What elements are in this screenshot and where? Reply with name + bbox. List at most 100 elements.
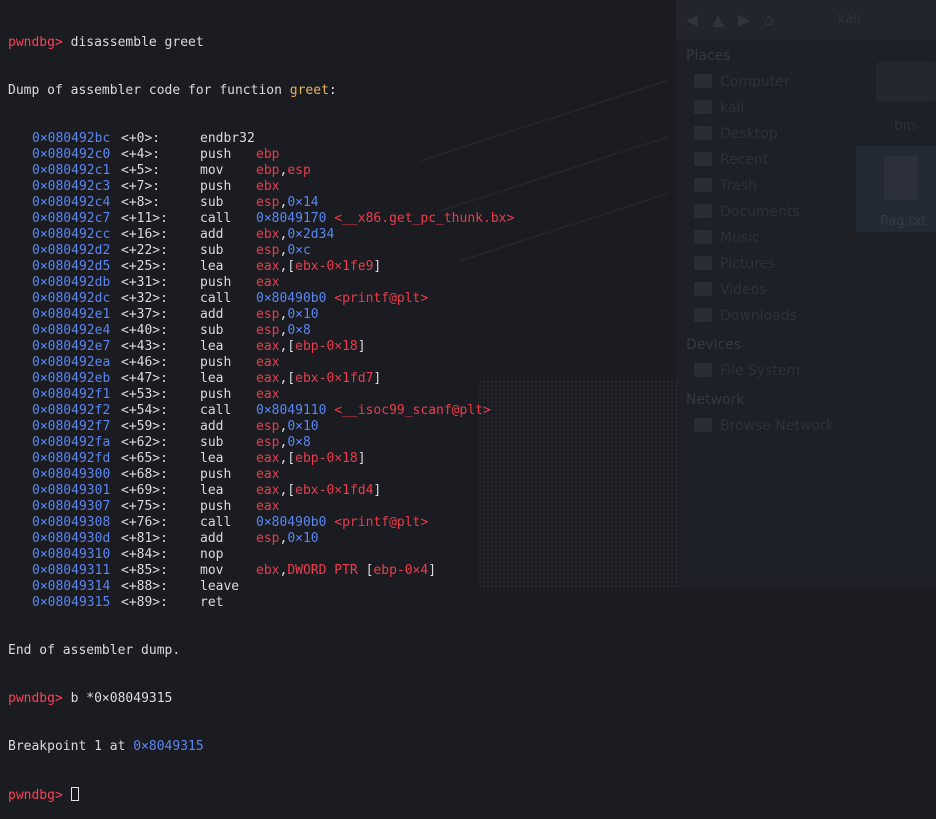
- instruction-address: 0×0804930d: [32, 531, 111, 546]
- operand-reg: esp: [256, 323, 280, 338]
- instruction-operands: 0×8049110 <__isoc99_scanf@plt>: [256, 403, 491, 419]
- instruction-line: 0×080492fa <+62>: sub esp,0×8: [8, 435, 936, 451]
- instruction-offset: <+43>:: [121, 339, 168, 354]
- instruction-operands: eax: [256, 387, 279, 403]
- instruction-mnemonic: add: [200, 531, 224, 546]
- instruction-mnemonic: push: [200, 467, 232, 482]
- instruction-offset: <+37>:: [121, 307, 168, 322]
- instruction-offset: <+16>:: [121, 227, 168, 242]
- instruction-offset: <+32>:: [121, 291, 168, 306]
- instruction-operands: 0×80490b0 <printf@plt>: [256, 515, 428, 531]
- command-text: disassemble greet: [70, 35, 204, 50]
- instruction-operands: eax,[ebp-0×18]: [256, 451, 366, 467]
- prompt: pwndbg>: [8, 788, 63, 803]
- instruction-operands: esp,0×8: [256, 323, 311, 339]
- operand-num: 0×10: [287, 419, 319, 434]
- operand-punct: ]: [357, 451, 366, 466]
- dump-header-colon: :: [328, 83, 337, 98]
- instruction-mnemonic: lea: [200, 451, 224, 466]
- instruction-mnemonic: push: [200, 147, 232, 162]
- operand-reg: eax: [256, 275, 280, 290]
- instruction-address: 0×080492bc: [32, 131, 111, 146]
- instruction-mnemonic: endbr32: [200, 131, 255, 146]
- operand-sym: <__isoc99_scanf@plt>: [334, 403, 491, 418]
- instruction-address: 0×08049315: [32, 595, 111, 610]
- instruction-offset: <+47>:: [121, 371, 168, 386]
- instruction-offset: <+68>:: [121, 467, 168, 482]
- instruction-address: 0×080492c4: [32, 195, 111, 210]
- prompt: pwndbg>: [8, 35, 63, 50]
- instruction-offset: <+59>:: [121, 419, 168, 434]
- operand-num: 0×10: [287, 531, 319, 546]
- instruction-mnemonic: leave: [200, 579, 240, 594]
- instruction-line: 0×080492e1 <+37>: add esp,0×10: [8, 307, 936, 323]
- instruction-offset: <+88>:: [121, 579, 168, 594]
- instruction-mnemonic: push: [200, 355, 232, 370]
- operand-punct: ]: [373, 259, 382, 274]
- instruction-address: 0×08049301: [32, 483, 111, 498]
- operand-reg: esp: [256, 419, 280, 434]
- operand-num: 0×8: [287, 435, 311, 450]
- operand-punct: ,[: [279, 339, 296, 354]
- instruction-line: 0×080492e4 <+40>: sub esp,0×8: [8, 323, 936, 339]
- operand-reg: ebx-0×1fd4: [295, 483, 374, 498]
- instruction-offset: <+89>:: [121, 595, 168, 610]
- text-cursor[interactable]: [70, 787, 79, 801]
- operand-reg: eax: [256, 451, 280, 466]
- instruction-line: 0×080492ea <+46>: push eax: [8, 355, 936, 371]
- operand-reg: ebx: [256, 227, 280, 242]
- instruction-line: 0×08049315 <+89>: ret: [8, 595, 936, 611]
- operand-punct: [: [357, 563, 374, 578]
- command-line-active[interactable]: pwndbg>: [8, 787, 936, 803]
- instruction-operands: 0×8049170 <__x86.get_pc_thunk.bx>: [256, 211, 514, 227]
- operand-sym: <printf@plt>: [334, 291, 429, 306]
- instruction-offset: <+7>:: [121, 179, 161, 194]
- instruction-operands: ebx,0×2d34: [256, 227, 334, 243]
- instruction-operands: eax: [256, 355, 279, 371]
- instruction-line: 0×080492d2 <+22>: sub esp,0×c: [8, 243, 936, 259]
- operand-reg: esp: [256, 243, 280, 258]
- instruction-operands: eax,[ebp-0×18]: [256, 339, 366, 355]
- instruction-line: 0×080492c3 <+7>: push ebx: [8, 179, 936, 195]
- operand-reg: eax: [256, 371, 280, 386]
- operand-punct: ,[: [279, 371, 296, 386]
- instruction-address: 0×080492dc: [32, 291, 111, 306]
- operand-punct: ,[: [279, 483, 296, 498]
- operand-reg: esp: [287, 163, 311, 178]
- operand-reg: esp: [256, 531, 280, 546]
- instruction-mnemonic: lea: [200, 259, 224, 274]
- instruction-address: 0×080492f1: [32, 387, 111, 402]
- instruction-offset: <+22>:: [121, 243, 168, 258]
- instruction-operands: ebp: [256, 147, 279, 163]
- instruction-offset: <+54>:: [121, 403, 168, 418]
- operand-reg: eax: [256, 339, 280, 354]
- instruction-address: 0×080492ea: [32, 355, 111, 370]
- instruction-address: 0×080492eb: [32, 371, 111, 386]
- instruction-address: 0×080492fa: [32, 435, 111, 450]
- instruction-offset: <+31>:: [121, 275, 168, 290]
- instruction-address: 0×080492c0: [32, 147, 111, 162]
- instruction-offset: <+76>:: [121, 515, 168, 530]
- operand-reg: ebx: [256, 563, 280, 578]
- operand-reg: esp: [256, 195, 280, 210]
- operand-reg: eax: [256, 483, 280, 498]
- breakpoint-address: 0×8049315: [133, 739, 204, 754]
- dump-footer: End of assembler dump.: [8, 643, 181, 658]
- instruction-mnemonic: call: [200, 403, 232, 418]
- instruction-offset: <+40>:: [121, 323, 168, 338]
- instruction-mnemonic: add: [200, 227, 224, 242]
- instruction-operands: eax: [256, 467, 279, 483]
- instruction-operands: eax: [256, 275, 279, 291]
- instruction-line: 0×080492e7 <+43>: lea eax,[ebp-0×18]: [8, 339, 936, 355]
- instruction-mnemonic: push: [200, 499, 232, 514]
- operand-punct: ]: [428, 563, 437, 578]
- breakpoint-message: Breakpoint 1 at 0×8049315: [8, 739, 936, 755]
- instruction-address: 0×08049300: [32, 467, 111, 482]
- instruction-offset: <+69>:: [121, 483, 168, 498]
- instruction-offset: <+8>:: [121, 195, 161, 210]
- terminal-output[interactable]: pwndbg> disassemble greet Dump of assemb…: [8, 3, 936, 819]
- instruction-line: 0×080492c1 <+5>: mov ebp,esp: [8, 163, 936, 179]
- instruction-address: 0×080492f2: [32, 403, 111, 418]
- instruction-address: 0×080492db: [32, 275, 111, 290]
- instruction-line: 0×080492d5 <+25>: lea eax,[ebx-0×1fe9]: [8, 259, 936, 275]
